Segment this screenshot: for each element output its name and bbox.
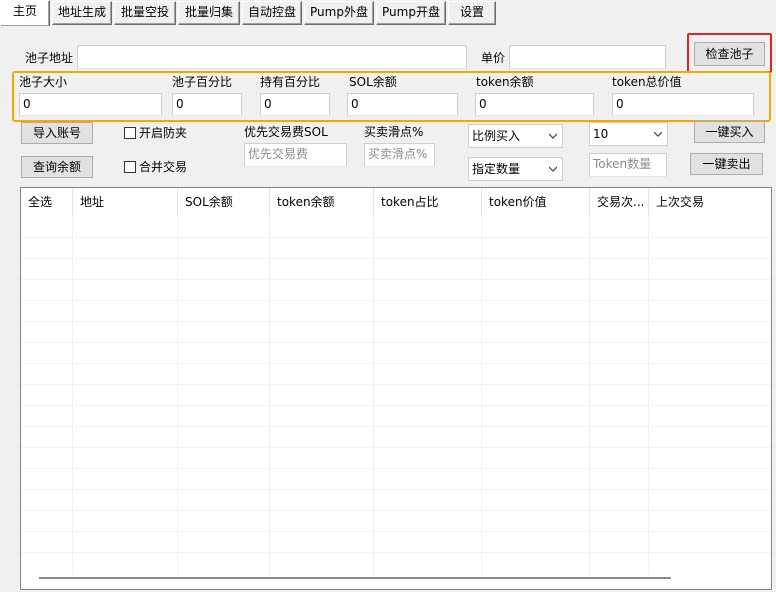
- tab-home[interactable]: 主页: [0, 0, 50, 26]
- token-balance-field: 0: [475, 93, 594, 116]
- token-balance-label: token余额: [476, 75, 534, 89]
- chevron-down-icon: [654, 131, 662, 137]
- sol-balance-label: SOL余额: [349, 75, 397, 89]
- merge-trade-checkbox[interactable]: [124, 161, 136, 173]
- grid-row-line: [21, 531, 771, 532]
- grid-divider: [481, 216, 482, 575]
- chevron-down-icon: [549, 133, 557, 139]
- tab-auto-control[interactable]: 自动控盘: [242, 1, 302, 25]
- tab-settings[interactable]: 设置: [448, 1, 496, 25]
- ratio-value: 10: [593, 127, 609, 141]
- column-header-token-value[interactable]: token价值: [482, 188, 590, 216]
- accounts-table[interactable]: 全选 地址 SOL余额 token余额 token占比 token价值 交易次.…: [20, 187, 772, 590]
- column-header-trade-count[interactable]: 交易次...: [590, 188, 649, 216]
- tab-pump-external[interactable]: Pump外盘: [304, 1, 374, 25]
- ratio-select[interactable]: 10: [589, 122, 668, 146]
- grid-divider: [373, 216, 374, 575]
- amount-mode-select[interactable]: 指定数量: [468, 157, 563, 181]
- anti-sandwich-label: 开启防夹: [139, 126, 188, 140]
- pool-address-label: 池子地址: [25, 51, 74, 65]
- column-header-address[interactable]: 地址: [73, 188, 178, 216]
- grid-divider: [177, 216, 178, 575]
- slippage-input[interactable]: 买卖滑点%: [364, 143, 435, 167]
- amount-mode-value: 指定数量: [472, 162, 521, 176]
- grid-row-line: [21, 552, 771, 553]
- token-value-field: 0: [612, 93, 754, 116]
- pool-size-label: 池子大小: [19, 75, 68, 89]
- grid-row-line: [21, 384, 771, 385]
- sell-all-button[interactable]: 一键卖出: [690, 153, 763, 175]
- grid-row-line: [21, 300, 771, 301]
- buy-mode-value: 比例买入: [472, 129, 521, 143]
- grid-divider: [72, 216, 73, 575]
- priority-fee-label: 优先交易费SOL: [244, 125, 328, 139]
- tab-pump-open[interactable]: Pump开盘: [376, 1, 446, 25]
- grid-row-line: [21, 468, 771, 469]
- grid-row-line: [21, 510, 771, 511]
- grid-row-line: [21, 489, 771, 490]
- buy-mode-select[interactable]: 比例买入: [468, 124, 563, 148]
- hold-percent-field: 0: [260, 93, 330, 116]
- column-header-last-trade[interactable]: 上次交易: [649, 188, 771, 216]
- check-pool-button[interactable]: 检查池子: [694, 42, 765, 66]
- tab-batch-airdrop[interactable]: 批量空投: [114, 1, 176, 25]
- horizontal-scrollbar[interactable]: [39, 577, 671, 579]
- pool-size-field: 0: [19, 93, 162, 116]
- grid-row-line: [21, 321, 771, 322]
- column-header-token-balance[interactable]: token余额: [270, 188, 374, 216]
- grid-divider: [589, 216, 590, 575]
- grid-row-line: [21, 237, 771, 238]
- grid-row-line: [21, 447, 771, 448]
- query-balance-button[interactable]: 查询余额: [21, 156, 93, 178]
- column-header-token-share[interactable]: token占比: [374, 188, 482, 216]
- grid-row-line: [21, 279, 771, 280]
- hold-percent-label: 持有百分比: [260, 75, 321, 89]
- token-amount-input[interactable]: Token数量: [589, 153, 667, 177]
- grid-divider: [648, 216, 649, 575]
- pool-percent-field: 0: [172, 93, 242, 116]
- sol-balance-field: 0: [347, 93, 458, 116]
- price-label: 单价: [481, 51, 506, 65]
- import-account-button[interactable]: 导入账号: [21, 122, 93, 144]
- pool-address-input[interactable]: [77, 45, 467, 69]
- column-header-sol-balance[interactable]: SOL余额: [178, 188, 270, 216]
- tab-address-generate[interactable]: 地址生成: [52, 1, 112, 25]
- column-header-select-all[interactable]: 全选: [21, 188, 73, 216]
- slippage-label: 买卖滑点%: [364, 125, 424, 139]
- grid-divider: [269, 216, 270, 575]
- chevron-down-icon: [549, 166, 557, 172]
- grid-row-line: [21, 363, 771, 364]
- priority-fee-input[interactable]: 优先交易费: [244, 143, 347, 167]
- price-input[interactable]: [509, 45, 666, 69]
- tab-batch-collect[interactable]: 批量归集: [178, 1, 240, 25]
- grid-row-line: [21, 426, 771, 427]
- anti-sandwich-checkbox[interactable]: [124, 127, 136, 139]
- grid-row-line: [21, 258, 771, 259]
- buy-all-button[interactable]: 一键买入: [694, 121, 765, 143]
- merge-trade-label: 合并交易: [139, 160, 188, 174]
- token-value-label: token总价值: [612, 75, 682, 89]
- pool-percent-label: 池子百分比: [172, 75, 233, 89]
- grid-row-line: [21, 405, 771, 406]
- grid-row-line: [21, 342, 771, 343]
